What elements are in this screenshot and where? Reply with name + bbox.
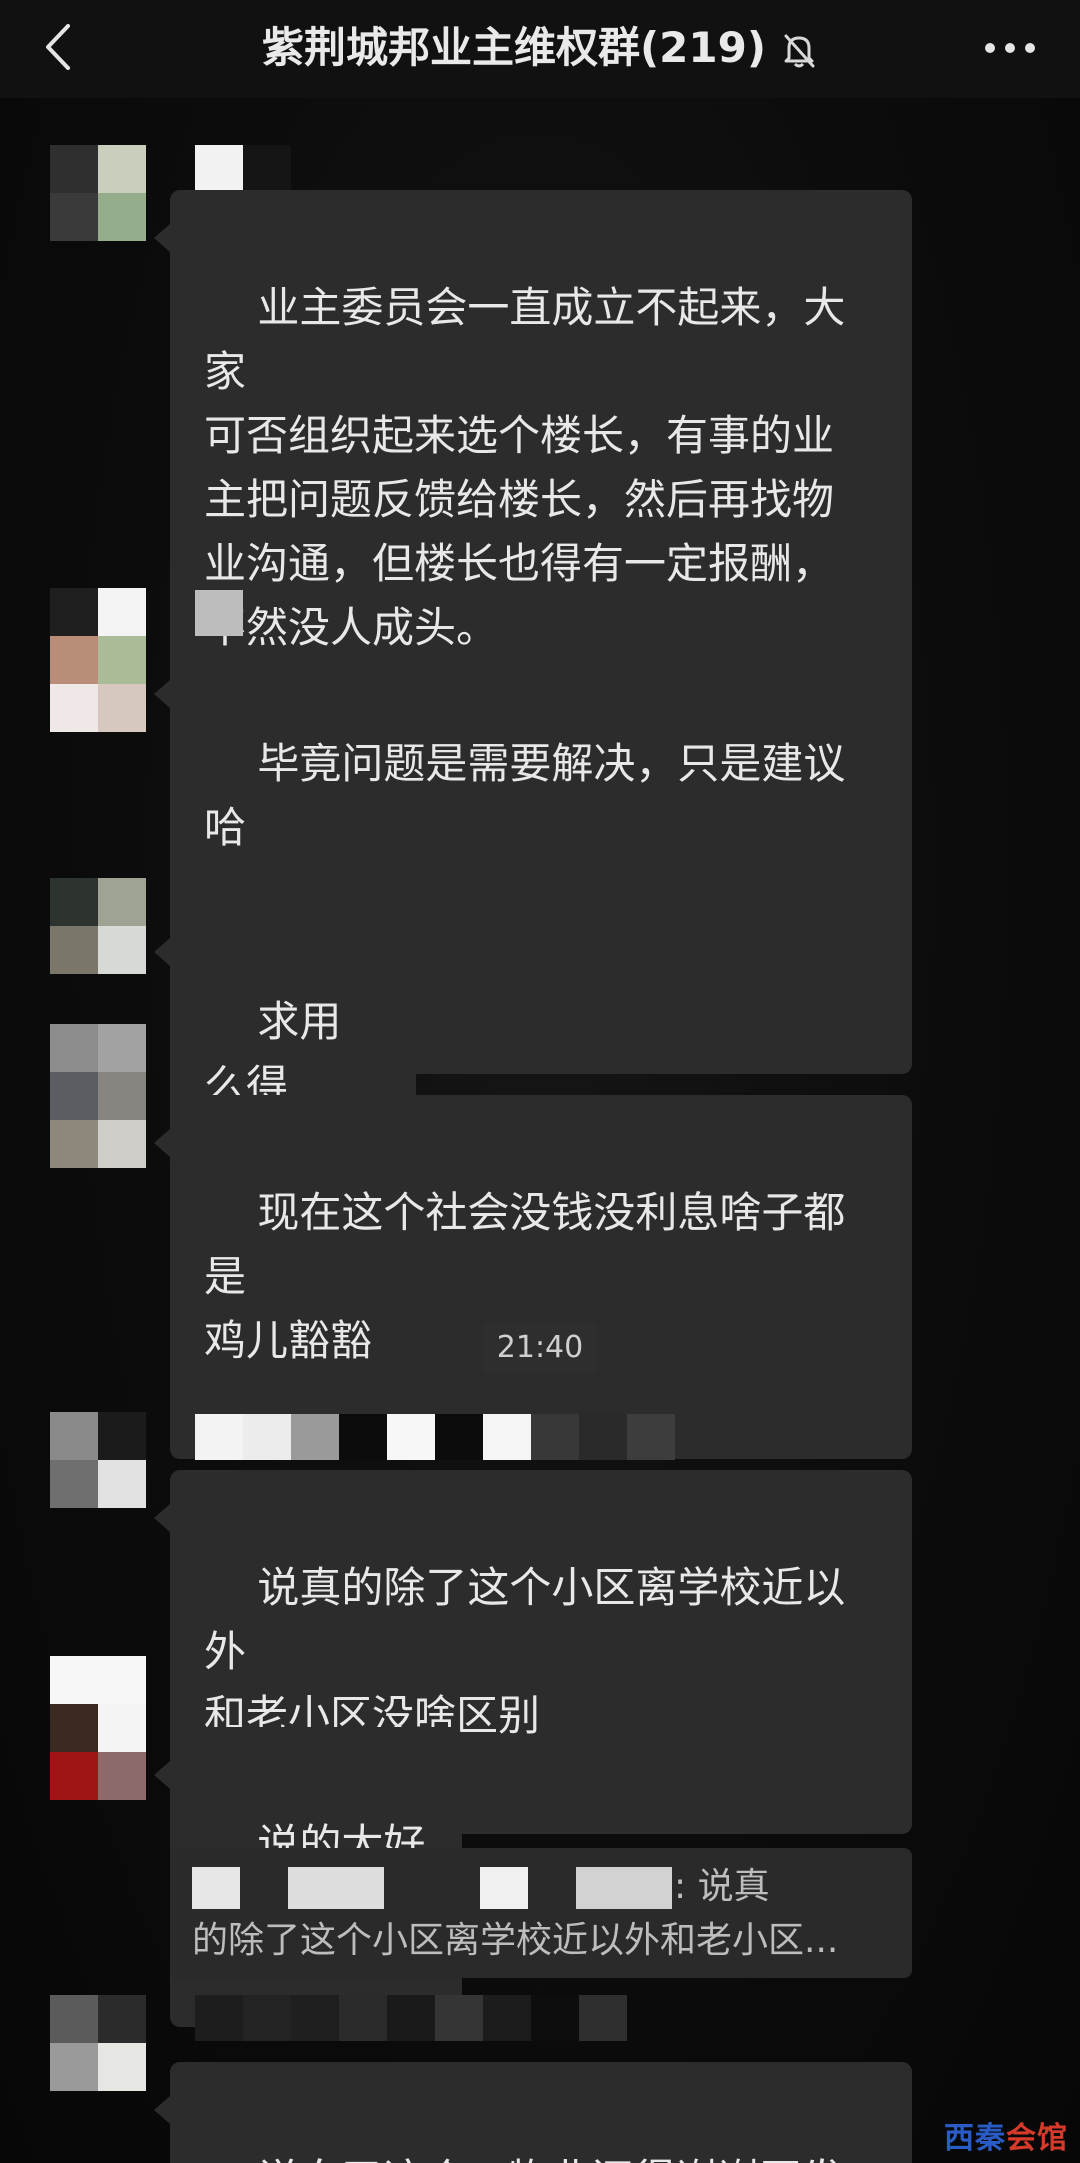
- timestamp: 21:40: [483, 1322, 597, 1374]
- message-text: 说白了这个 物业还得谢谢开发: [257, 2155, 843, 2163]
- avatar[interactable]: [50, 878, 146, 974]
- avatar[interactable]: [50, 588, 146, 684]
- message-text: 说真的除了这个小区离学校近以外 和老小区没啥区别: [204, 1563, 846, 1740]
- watermark-logo: 西秦会馆: [944, 2121, 1068, 2156]
- bell-off-icon: [780, 28, 818, 68]
- message-bubble[interactable]: 现在这个社会没钱没利息啥子都是 鸡儿豁豁: [154, 1095, 912, 1459]
- avatar[interactable]: [50, 1656, 146, 1752]
- message-bubble[interactable]: 说白了这个 物业还得谢谢开发: [154, 2062, 912, 2163]
- more-horizontal-icon[interactable]: [980, 30, 1040, 66]
- avatar[interactable]: [50, 1412, 146, 1508]
- chat-screen: 紫荆城邦业主维权群(219) 业主委员会一直成立不起来，大家 可否组织起来选个楼…: [0, 0, 1080, 2163]
- sender-name-masked: [195, 1414, 675, 1460]
- avatar-lower: [50, 684, 146, 732]
- quote-line-1: : 说真: [192, 1860, 890, 1914]
- sender-name-masked: [195, 590, 243, 636]
- sender-name-masked: [195, 145, 291, 191]
- avatar[interactable]: [50, 1995, 146, 2091]
- quote-text-head: : 说真: [674, 1866, 770, 1907]
- quoted-sender-masked: [192, 1867, 672, 1909]
- message-text: 求用么得: [204, 997, 342, 1110]
- group-name: 紫荆城邦业主维权群(219): [261, 23, 767, 72]
- avatar-lower: [50, 1752, 146, 1800]
- quoted-message[interactable]: : 说真 的除了这个小区离学校近以外和老小区...: [170, 1848, 912, 1978]
- avatar[interactable]: [50, 1024, 146, 1120]
- quote-line-2: 的除了这个小区离学校近以外和老小区...: [192, 1920, 839, 1961]
- avatar[interactable]: [50, 145, 146, 241]
- message-text: 毕竟问题是需要解决，只是建议哈: [204, 739, 846, 852]
- message-text: 业主委员会一直成立不起来，大家 可否组织起来选个楼长，有事的业 主把问题反馈给楼…: [204, 283, 846, 652]
- page-title: 紫荆城邦业主维权群(219): [0, 20, 1080, 76]
- avatar-lower: [50, 1120, 146, 1168]
- chat-header: 紫荆城邦业主维权群(219): [0, 0, 1080, 98]
- sender-name-masked: [195, 1995, 627, 2041]
